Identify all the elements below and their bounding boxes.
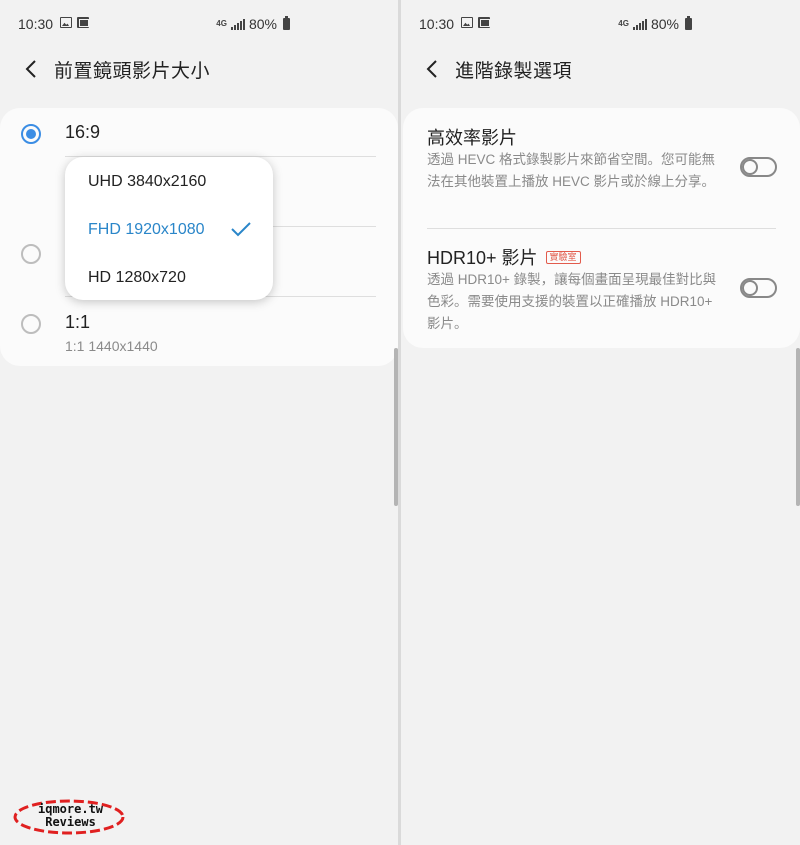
page-title: 前置鏡頭影片大小: [54, 60, 211, 82]
setting-title: HDR10+ 影片: [427, 248, 538, 268]
toggle-knob: [742, 159, 758, 175]
radio-selected-icon[interactable]: [21, 124, 41, 144]
resolution-popup-menu: UHD 3840x2160 FHD 1920x1080 HD 1280x720: [65, 157, 273, 300]
radio-unselected-icon[interactable]: [21, 314, 41, 334]
status-time: 10:30: [419, 16, 455, 32]
message-notification-icon: [478, 17, 490, 28]
right-screen: 10:30 4G 80% 進階錄製選項 高效率影片 透過 HEVC 格式錄製影片…: [401, 0, 800, 845]
left-screen: 10:30 4G 80% 前置鏡頭影片大小 16:9 1:1 1:1 1440x…: [0, 0, 398, 845]
status-time: 10:30: [18, 16, 54, 32]
battery-percent: 80%: [248, 16, 277, 32]
battery-icon: [283, 16, 290, 30]
chevron-left-icon: [426, 60, 437, 78]
app-bar: 前置鏡頭影片大小: [0, 52, 398, 86]
scrollbar[interactable]: [796, 348, 800, 506]
option-label: 1:1: [65, 312, 91, 332]
advanced-options-card: 高效率影片 透過 HEVC 格式錄製影片來節省空間。您可能無法在其他裝置上播放 …: [403, 108, 800, 348]
option-16-9[interactable]: 16:9: [0, 108, 398, 158]
back-button[interactable]: [417, 54, 447, 84]
network-type-label: 4G: [216, 19, 227, 28]
menu-item-fhd[interactable]: FHD 1920x1080: [88, 221, 205, 239]
menu-item-uhd[interactable]: UHD 3840x2160: [88, 173, 206, 191]
battery-icon: [685, 16, 692, 30]
option-sublabel: 1:1 1440x1440: [65, 338, 158, 354]
watermark-line-2: Reviews: [45, 815, 96, 829]
battery-percent: 80%: [650, 16, 679, 32]
hdr10-toggle[interactable]: [740, 278, 777, 298]
setting-title: 高效率影片: [427, 128, 517, 148]
option-1-1[interactable]: 1:1 1:1 1440x1440: [0, 296, 398, 366]
chevron-left-icon: [25, 60, 36, 78]
back-button[interactable]: [16, 54, 46, 84]
message-notification-icon: [77, 17, 89, 28]
gallery-notification-icon: [60, 17, 72, 28]
check-icon: [231, 222, 251, 237]
network-type-label: 4G: [618, 19, 629, 28]
page-title: 進階錄製選項: [455, 60, 573, 82]
divider: [427, 228, 776, 229]
menu-item-hd[interactable]: HD 1280x720: [88, 269, 186, 287]
signal-icon: [632, 18, 647, 30]
watermark-logo: iqmore.tw Reviews: [12, 799, 126, 835]
toggle-knob: [742, 280, 758, 296]
setting-description: 透過 HDR10+ 錄製，讓每個畫面呈現最佳對比與色彩。需要使用支援的裝置以正確…: [427, 272, 717, 331]
radio-unselected-icon[interactable]: [21, 244, 41, 264]
hevc-toggle[interactable]: [740, 157, 777, 177]
gallery-notification-icon: [461, 17, 473, 28]
setting-description: 透過 HEVC 格式錄製影片來節省空間。您可能無法在其他裝置上播放 HEVC 影…: [427, 152, 716, 189]
app-bar: 進階錄製選項: [401, 52, 800, 86]
option-label: 16:9: [65, 122, 101, 142]
status-bar: 10:30 4G 80%: [0, 0, 398, 48]
signal-icon: [230, 18, 245, 30]
status-bar: 10:30 4G 80%: [401, 0, 800, 48]
labs-badge: 實驗室: [545, 250, 581, 264]
